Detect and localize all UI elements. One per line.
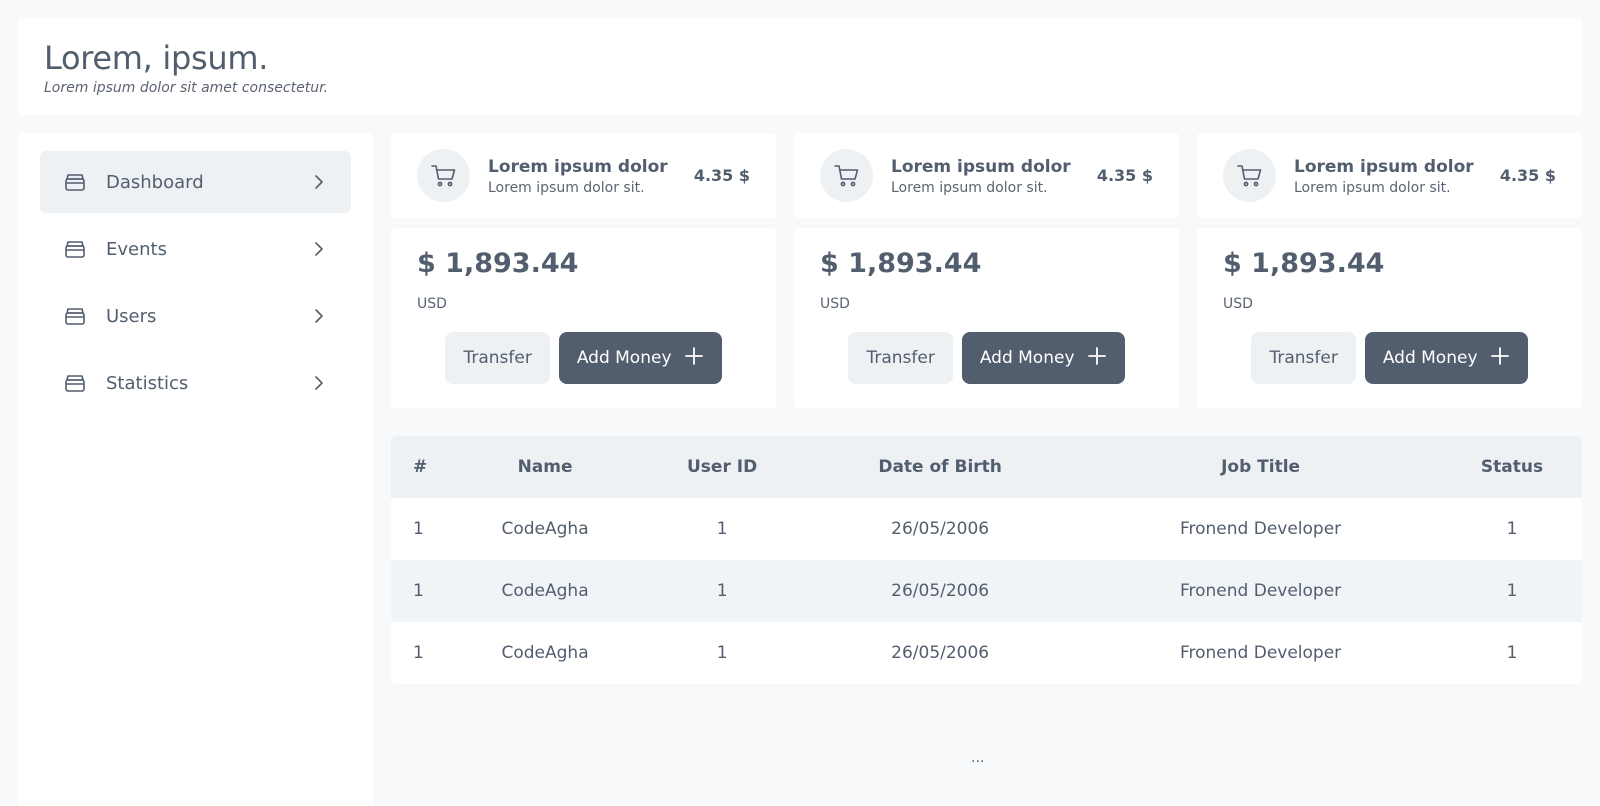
cell-date-of-birth: 26/05/2006	[891, 581, 990, 601]
page-subtitle: Lorem ipsum dolor sit amet consectetur.	[44, 80, 328, 96]
table-row[interactable]: 1 CodeAgha 1 26/05/2006 Fronend Develope…	[391, 560, 1582, 622]
card-column: Lorem ipsum dolor Lorem ipsum dolor sit.…	[391, 133, 776, 408]
plus-icon	[1087, 346, 1107, 371]
sidebar: Dashboard Events Users Statistics	[18, 133, 373, 806]
cart-icon	[1223, 149, 1276, 202]
cell-name: CodeAgha	[501, 643, 589, 663]
balance-card: $ 1,893.44 USD Transfer Add Money	[1197, 228, 1582, 408]
column-header-job-title[interactable]: Job Title	[1079, 436, 1442, 498]
sidebar-item-users[interactable]: Users	[40, 285, 351, 347]
sidebar-item-label: Users	[106, 305, 157, 327]
product-card-price: 4.35 $	[1499, 166, 1556, 185]
cell-user-id: 1	[716, 519, 728, 539]
balance-actions: Transfer Add Money	[1223, 332, 1556, 384]
column-header-number[interactable]: #	[391, 436, 447, 498]
cell-status: 1	[1506, 519, 1518, 539]
cell-job-title: Fronend Developer	[1179, 519, 1342, 539]
sidebar-item-statistics[interactable]: Statistics	[40, 352, 351, 414]
product-card-text: Lorem ipsum dolor Lorem ipsum dolor sit.	[1294, 156, 1500, 196]
product-card-title: Lorem ipsum dolor	[488, 156, 668, 177]
chevron-right-icon	[311, 174, 327, 190]
balance-card: $ 1,893.44 USD Transfer Add Money	[391, 228, 776, 408]
page-title: Lorem, ipsum.	[44, 39, 269, 77]
table-row[interactable]: 1 CodeAgha 1 26/05/2006 Fronend Develope…	[391, 622, 1582, 684]
sidebar-item-events[interactable]: Events	[40, 218, 351, 280]
product-card-subtitle: Lorem ipsum dolor sit.	[891, 179, 1048, 196]
cell-name: CodeAgha	[501, 581, 589, 601]
balance-card: $ 1,893.44 USD Transfer Add Money	[794, 228, 1179, 408]
cart-icon	[417, 149, 470, 202]
balance-currency: USD	[820, 296, 850, 312]
more-indicator: ...	[971, 750, 985, 766]
card-column: Lorem ipsum dolor Lorem ipsum dolor sit.…	[794, 133, 1179, 408]
column-header-date-of-birth[interactable]: Date of Birth	[801, 436, 1079, 498]
column-header-user-id[interactable]: User ID	[643, 436, 801, 498]
archive-icon	[64, 305, 86, 327]
balance-actions: Transfer Add Money	[417, 332, 750, 384]
product-card[interactable]: Lorem ipsum dolor Lorem ipsum dolor sit.…	[391, 133, 776, 218]
product-card-title: Lorem ipsum dolor	[891, 156, 1071, 177]
sidebar-item-label: Dashboard	[106, 171, 204, 193]
sidebar-item-dashboard[interactable]: Dashboard	[40, 151, 351, 213]
cell-status: 1	[1506, 643, 1518, 663]
plus-icon	[684, 346, 704, 371]
balance-amount: $ 1,893.44	[417, 248, 579, 279]
product-card-price: 4.35 $	[693, 166, 750, 185]
product-card-price: 4.35 $	[1096, 166, 1153, 185]
balance-currency: USD	[1223, 296, 1253, 312]
add-money-label: Add Money	[979, 348, 1075, 368]
cell-number: 1	[413, 519, 424, 539]
add-money-button[interactable]: Add Money	[1364, 332, 1528, 384]
add-money-button[interactable]: Add Money	[558, 332, 722, 384]
product-card[interactable]: Lorem ipsum dolor Lorem ipsum dolor sit.…	[794, 133, 1179, 218]
cell-name: CodeAgha	[501, 519, 589, 539]
card-row: Lorem ipsum dolor Lorem ipsum dolor sit.…	[391, 133, 1582, 408]
main-content: Lorem ipsum dolor Lorem ipsum dolor sit.…	[391, 133, 1582, 684]
add-money-button[interactable]: Add Money	[961, 332, 1125, 384]
cell-job-title: Fronend Developer	[1179, 581, 1342, 601]
table-row[interactable]: 1 CodeAgha 1 26/05/2006 Fronend Develope…	[391, 498, 1582, 560]
cell-user-id: 1	[716, 581, 728, 601]
product-card-title: Lorem ipsum dolor	[1294, 156, 1474, 177]
cart-icon	[820, 149, 873, 202]
transfer-button[interactable]: Transfer	[1251, 332, 1356, 384]
plus-icon	[1490, 346, 1510, 371]
cell-status: 1	[1506, 581, 1518, 601]
archive-icon	[64, 372, 86, 394]
chevron-right-icon	[311, 241, 327, 257]
product-card-text: Lorem ipsum dolor Lorem ipsum dolor sit.	[891, 156, 1097, 196]
product-card-text: Lorem ipsum dolor Lorem ipsum dolor sit.	[488, 156, 694, 196]
cell-date-of-birth: 26/05/2006	[891, 643, 990, 663]
cell-job-title: Fronend Developer	[1179, 643, 1342, 663]
transfer-button[interactable]: Transfer	[848, 332, 953, 384]
transfer-button[interactable]: Transfer	[445, 332, 550, 384]
column-header-name[interactable]: Name	[447, 436, 643, 498]
balance-amount: $ 1,893.44	[1223, 248, 1385, 279]
page-header: Lorem, ipsum. Lorem ipsum dolor sit amet…	[18, 18, 1582, 115]
cell-number: 1	[413, 643, 424, 663]
add-money-label: Add Money	[1382, 348, 1478, 368]
cell-date-of-birth: 26/05/2006	[891, 519, 990, 539]
add-money-label: Add Money	[576, 348, 672, 368]
column-header-status[interactable]: Status	[1442, 436, 1582, 498]
balance-actions: Transfer Add Money	[820, 332, 1153, 384]
chevron-right-icon	[311, 308, 327, 324]
chevron-right-icon	[311, 375, 327, 391]
table-header-row: # Name User ID Date of Birth Job Title S…	[391, 436, 1582, 498]
product-card[interactable]: Lorem ipsum dolor Lorem ipsum dolor sit.…	[1197, 133, 1582, 218]
cell-number: 1	[413, 581, 424, 601]
product-card-subtitle: Lorem ipsum dolor sit.	[488, 179, 645, 196]
archive-icon	[64, 238, 86, 260]
balance-amount: $ 1,893.44	[820, 248, 982, 279]
sidebar-item-label: Statistics	[106, 372, 189, 394]
product-card-subtitle: Lorem ipsum dolor sit.	[1294, 179, 1451, 196]
sidebar-item-label: Events	[106, 238, 167, 260]
card-column: Lorem ipsum dolor Lorem ipsum dolor sit.…	[1197, 133, 1582, 408]
cell-user-id: 1	[716, 643, 728, 663]
archive-icon	[64, 171, 86, 193]
users-table: # Name User ID Date of Birth Job Title S…	[391, 436, 1582, 684]
balance-currency: USD	[417, 296, 447, 312]
